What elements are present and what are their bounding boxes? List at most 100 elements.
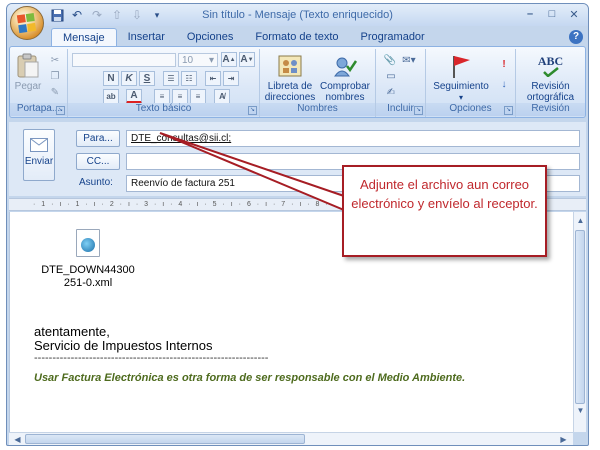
window-controls: – □ ✕ [520, 6, 584, 22]
attachment-name-line-2: 251-0.xml [63, 277, 113, 289]
paste-label: Pegar [14, 81, 42, 92]
window-title: Sin título - Mensaje (Texto enriquecido) [202, 9, 393, 21]
address-book-label: Libreta de direcciones [264, 81, 316, 103]
format-painter-icon[interactable]: ✎ [48, 85, 62, 99]
callout-annotation: Adjunte el archivo aun correo electrónic… [342, 165, 547, 257]
options-group-label: Opciones [426, 103, 515, 116]
font-name-combo[interactable] [72, 53, 176, 67]
attachment-name[interactable]: DTE_DOWN44300 251-0.xml [38, 264, 138, 290]
signature-text: Servicio de Impuestos Internos [34, 338, 213, 353]
review-group-label: Revisión [516, 103, 585, 116]
attach-file-icon[interactable]: 📎 [382, 53, 398, 67]
font-size-combo[interactable]: 10 ▾ [178, 53, 218, 67]
italic-button[interactable]: K [121, 71, 137, 86]
tab-programador[interactable]: Programador [350, 28, 436, 47]
scroll-up-icon[interactable]: ▲ [574, 214, 587, 227]
horizontal-scroll-thumb[interactable] [25, 434, 305, 444]
minimize-button[interactable]: – [520, 6, 540, 22]
check-names-icon [331, 53, 359, 79]
options-group: Seguimiento ▾ ! ↓ Opciones ↘ [426, 49, 516, 117]
review-group: ABC Revisión ortográfica Revisión [516, 49, 585, 117]
spelling-button[interactable]: ABC Revisión ortográfica [518, 53, 583, 104]
clear-format-icon[interactable]: A̸ [214, 89, 230, 104]
numbering-icon[interactable]: ☷ [181, 71, 197, 86]
grow-font-icon[interactable]: A ▲ [221, 52, 237, 67]
copy-icon[interactable]: ❐ [48, 69, 62, 83]
vertical-scrollbar[interactable]: ▲ ▼ [573, 212, 586, 432]
flag-icon [447, 53, 475, 79]
include-launcher-icon[interactable]: ↘ [414, 106, 423, 115]
subject-label: Asunto: [79, 177, 113, 188]
cut-icon[interactable]: ✂ [48, 53, 62, 67]
shrink-font-icon[interactable]: A ▼ [239, 52, 255, 67]
cc-button[interactable]: CC... [76, 153, 120, 170]
names-group: Libreta de direcciones Comprobar nombres… [260, 49, 376, 117]
names-group-label: Nombres [260, 103, 375, 116]
include-group: 📎 ✉▾ ▭ ✍ Incluir ↘ [376, 49, 426, 117]
follow-up-label: Seguimiento [433, 81, 489, 92]
send-label: Enviar [24, 156, 54, 167]
send-button[interactable]: Enviar [23, 129, 55, 181]
check-names-label: Comprobar nombres [319, 81, 371, 103]
spelling-label: Revisión ortográfica [526, 81, 575, 103]
ribbon-tabs: Mensaje Insertar Opciones Formato de tex… [51, 28, 436, 47]
tab-formato-de-texto[interactable]: Formato de texto [244, 28, 349, 47]
ribbon: Pegar ✂ ❐ ✎ Portapa... ↘ 10 ▾ A ▲ A ▼ N K S… [9, 46, 586, 118]
chevron-down-icon: ▾ [458, 93, 463, 102]
tab-opciones[interactable]: Opciones [176, 28, 244, 47]
separator-line: ----------------------------------------… [34, 352, 269, 364]
to-button[interactable]: Para... [76, 130, 120, 147]
check-names-button[interactable]: Comprobar nombres [318, 53, 372, 103]
basic-text-group: 10 ▾ A ▲ A ▼ N K S ☰ ☷ ⇤ ⇥ ab A ≡ ≡ ≡ A̸ Te… [68, 49, 260, 117]
attach-item-icon[interactable]: ✉▾ [400, 53, 418, 67]
scroll-down-icon[interactable]: ▼ [574, 404, 587, 417]
tab-mensaje[interactable]: Mensaje [51, 28, 117, 47]
decrease-indent-icon[interactable]: ⇤ [205, 71, 221, 86]
follow-up-button[interactable]: Seguimiento ▾ [430, 53, 492, 103]
attachment-file-icon[interactable] [76, 229, 100, 257]
scroll-left-icon[interactable]: ◀ [11, 433, 24, 445]
envelope-icon [30, 138, 48, 152]
options-launcher-icon[interactable]: ↘ [504, 106, 513, 115]
bold-button[interactable]: N [103, 71, 119, 86]
title-bar: ↶ ↷ ⇧ ⇩ ▾ Sin título - Mensaje (Texto en… [7, 4, 588, 26]
spelling-abc-label: ABC [537, 53, 564, 68]
spelling-icon: ABC [537, 53, 565, 79]
help-icon[interactable]: ? [569, 30, 583, 44]
paste-button[interactable]: Pegar [12, 53, 44, 92]
clipboard-icon [14, 53, 42, 79]
address-book-icon [276, 53, 304, 79]
maximize-button[interactable]: □ [542, 6, 562, 22]
clipboard-group: Pegar ✂ ❐ ✎ Portapa... ↘ [10, 49, 68, 117]
footer-slogan: Usar Factura Electrónica es otra forma d… [34, 372, 466, 384]
clipboard-launcher-icon[interactable]: ↘ [56, 106, 65, 115]
attachment-name-line-1: DTE_DOWN44300 [41, 264, 135, 276]
office-logo-icon [16, 12, 37, 33]
scroll-right-icon[interactable]: ▶ [557, 433, 570, 445]
high-importance-icon[interactable]: ! [498, 57, 510, 71]
font-color-icon[interactable]: A [126, 89, 142, 104]
highlight-icon[interactable]: ab [103, 89, 119, 104]
font-size-value: 10 [182, 54, 194, 66]
basic-text-group-label: Texto básico [68, 103, 259, 116]
align-left-icon[interactable]: ≡ [154, 89, 170, 104]
vertical-scroll-thumb[interactable] [575, 230, 585, 404]
align-center-icon[interactable]: ≡ [172, 89, 188, 104]
increase-indent-icon[interactable]: ⇥ [223, 71, 239, 86]
business-card-icon[interactable]: ▭ [382, 69, 400, 83]
office-button[interactable] [10, 6, 44, 40]
globe-icon [81, 238, 95, 252]
basic-text-launcher-icon[interactable]: ↘ [248, 106, 257, 115]
greeting-text: atentamente, [34, 324, 110, 339]
align-right-icon[interactable]: ≡ [190, 89, 206, 104]
underline-button[interactable]: S [139, 71, 155, 86]
to-field[interactable]: DTE_consultas@sii.cl; [126, 130, 580, 147]
bullets-icon[interactable]: ☰ [163, 71, 179, 86]
close-button[interactable]: ✕ [564, 6, 584, 22]
signature-icon[interactable]: ✍ [382, 85, 400, 99]
address-book-button[interactable]: Libreta de direcciones [264, 53, 316, 103]
horizontal-scrollbar[interactable]: ◀ ▶ [9, 432, 573, 445]
low-importance-icon[interactable]: ↓ [498, 77, 510, 91]
tab-insertar[interactable]: Insertar [117, 28, 176, 47]
chevron-down-icon: ▾ [208, 54, 214, 66]
